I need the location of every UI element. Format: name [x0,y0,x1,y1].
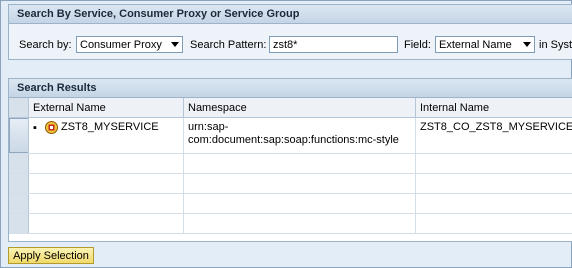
row-selector[interactable] [9,118,29,153]
apply-selection-button[interactable]: Apply Selection [8,247,94,264]
search-results-panel: Search Results External Name Namespace I… [8,78,572,242]
search-panel-title: Search By Service, Consumer Proxy or Ser… [9,5,572,24]
search-pattern-value: zst8* [273,39,298,51]
field-label: Field: [404,39,431,51]
cell-external-name: ▪ ZST8_MYSERVICE [29,118,184,153]
table-row-empty [9,194,572,214]
search-pattern-input[interactable]: zst8* [269,36,398,53]
column-header-namespace[interactable]: Namespace [184,98,416,117]
table-header-row: External Name Namespace Internal Name [9,98,572,118]
field-dropdown[interactable]: External Name [435,36,535,53]
search-by-dropdown[interactable]: Consumer Proxy [76,36,183,53]
field-value: External Name [439,39,512,51]
results-table: External Name Namespace Internal Name ▪ … [9,98,572,234]
service-icon [45,121,58,134]
search-by-value: Consumer Proxy [80,39,162,51]
select-all-cell[interactable] [9,98,29,117]
cell-internal-name: ZST8_CO_ZST8_MYSERVICE [420,121,572,133]
table-row[interactable]: ▪ ZST8_MYSERVICE urn:sap-com:document:sa… [9,118,572,154]
table-row-empty [9,214,572,234]
column-header-external-name[interactable]: External Name [29,98,184,117]
bullet: ▪ [33,122,37,134]
search-criteria-row: Search by: Consumer Proxy Search Pattern… [9,35,572,55]
chevron-down-icon [171,42,179,47]
trailing-label: in Syst [539,39,572,51]
column-header-internal-name[interactable]: Internal Name [416,98,572,117]
chevron-down-icon [523,42,531,47]
external-name-value: ZST8_MYSERVICE [61,121,159,133]
search-by-label: Search by: [19,39,72,51]
table-row-empty [9,154,572,174]
search-pattern-label: Search Pattern: [190,39,267,51]
search-panel: Search By Service, Consumer Proxy or Ser… [8,4,572,60]
search-results-title: Search Results [9,79,572,98]
table-row-empty [9,174,572,194]
cell-namespace: urn:sap-com:document:sap:soap:functions:… [184,118,416,153]
